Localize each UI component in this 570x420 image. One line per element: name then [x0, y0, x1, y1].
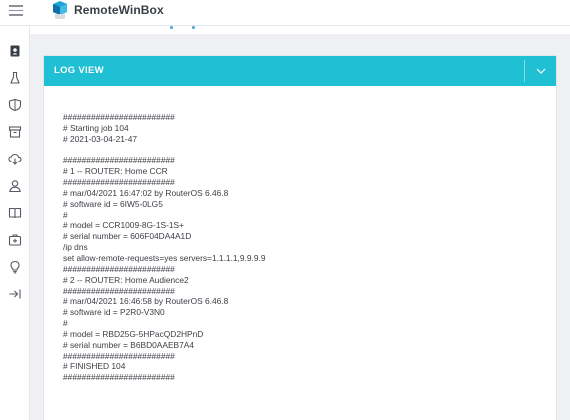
- breadcrumb-dot: [170, 26, 173, 29]
- log-line: ########################: [63, 372, 175, 383]
- top-bar: RemoteWinBox: [0, 0, 570, 26]
- log-line: ########################: [63, 177, 175, 188]
- archive-icon[interactable]: [8, 125, 22, 139]
- log-line: # mar/04/2021 16:47:02 by RouterOS 6.46.…: [63, 187, 229, 198]
- log-line: ########################: [63, 263, 175, 274]
- sidebar: [0, 26, 30, 420]
- log-line: # FINISHED 104: [63, 361, 126, 372]
- log-line: #: [63, 209, 68, 220]
- log-line: # software id = P2R0-V3N0: [63, 307, 165, 318]
- log-line: # serial number = 606F04DA4A1D: [63, 231, 192, 242]
- cloud-download-icon[interactable]: [8, 152, 22, 166]
- book-open-icon[interactable]: [8, 206, 22, 220]
- log-line: # Starting job 104: [63, 122, 129, 133]
- chevron-down-icon[interactable]: [534, 64, 548, 78]
- log-line: # 1 -- ROUTER: Home CCR: [63, 166, 168, 177]
- log-output: ######################## # Starting job 1…: [63, 112, 543, 383]
- remotewinbox-logo: [51, 0, 69, 20]
- log-line: # 2021-03-04-21-47: [63, 133, 138, 144]
- log-view-panel: LOG VIEW ######################## # Start…: [43, 55, 557, 420]
- log-line: set allow-remote-requests=yes servers=1.…: [63, 252, 266, 263]
- shield-icon[interactable]: [8, 98, 22, 112]
- lightbulb-icon[interactable]: [8, 260, 22, 274]
- log-line: # 2 -- ROUTER: Home Audience2: [63, 274, 189, 285]
- user-icon[interactable]: [8, 179, 22, 193]
- medkit-icon[interactable]: [8, 233, 22, 247]
- lab-flask-icon[interactable]: [8, 71, 22, 85]
- log-line: # model = RBD25G-5HPacQD2HPnD: [63, 328, 204, 339]
- log-line: # software id = 6IW5-0LG5: [63, 198, 163, 209]
- log-line: ########################: [63, 155, 175, 166]
- log-line: /ip dns: [63, 242, 88, 253]
- contact-book-icon[interactable]: [8, 44, 22, 58]
- panel-title: LOG VIEW: [54, 65, 104, 76]
- panel-header: LOG VIEW: [44, 56, 556, 86]
- log-line: ########################: [63, 350, 175, 361]
- log-line: # model = CCR1009-8G-1S-1S+: [63, 220, 185, 231]
- hamburger-menu-icon[interactable]: [9, 5, 23, 17]
- log-line: ########################: [63, 112, 175, 122]
- log-line: #: [63, 318, 68, 329]
- log-line: # mar/04/2021 16:46:58 by RouterOS 6.46.…: [63, 296, 229, 307]
- log-line: ########################: [63, 285, 175, 296]
- breadcrumb-dot: [192, 26, 195, 29]
- log-line: # serial number = B6BD0AAEB7A4: [63, 339, 195, 350]
- logout-arrow-icon[interactable]: [8, 287, 22, 301]
- header-divider: [524, 60, 525, 82]
- breadcrumb-strip: [0, 26, 570, 34]
- app-brand-name[interactable]: RemoteWinBox: [74, 3, 164, 17]
